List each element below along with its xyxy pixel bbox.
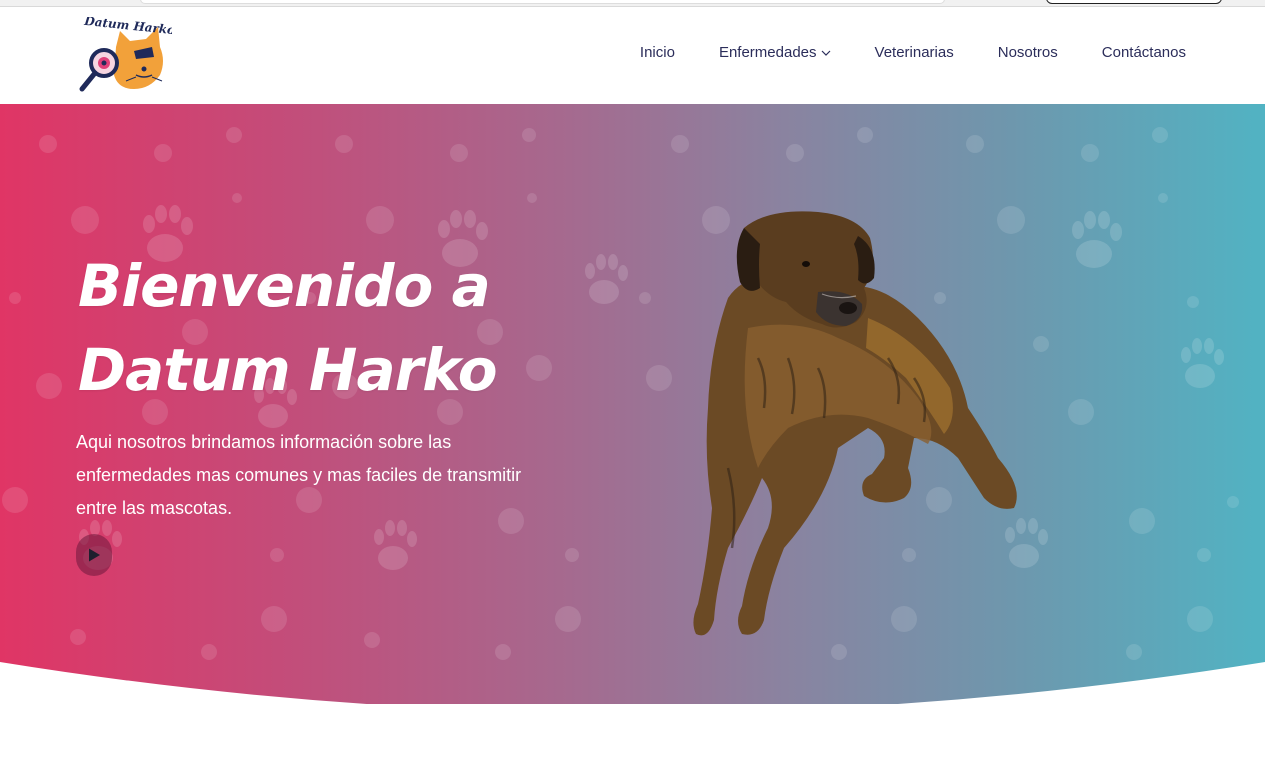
- logo-text: Datum Harko: [83, 17, 172, 37]
- nav-label: Nosotros: [997, 44, 1058, 61]
- nav-label: Veterinarias: [874, 44, 954, 61]
- logo-image: Datum Harko: [79, 14, 176, 92]
- nav-veterinarias[interactable]: Veterinarias: [875, 44, 954, 61]
- address-bar[interactable]: [140, 0, 945, 4]
- main-navigation: Inicio Enfermedades Veterinarias Nosotro…: [640, 44, 1186, 61]
- hero-section: Bienvenido a Datum Harko Aqui nosotros b…: [0, 104, 1265, 704]
- hero-bottom-curve: [0, 662, 1265, 704]
- browser-chrome-strip: [0, 0, 1265, 7]
- nav-nosotros[interactable]: Nosotros: [998, 44, 1058, 61]
- nav-inicio[interactable]: Inicio: [640, 44, 675, 61]
- nav-label: Enfermedades: [718, 44, 817, 61]
- nav-enfermedades[interactable]: Enfermedades: [719, 44, 831, 61]
- browser-button[interactable]: [1046, 0, 1222, 4]
- chevron-down-icon: [821, 50, 830, 56]
- site-logo[interactable]: Datum Harko: [76, 14, 176, 97]
- nav-label: Contáctanos: [1101, 44, 1186, 61]
- nav-contactanos[interactable]: Contáctanos: [1102, 44, 1186, 61]
- site-header: Datum Harko Inicio Enfermedades Veterina…: [0, 7, 1265, 104]
- nav-label: Inicio: [639, 44, 675, 61]
